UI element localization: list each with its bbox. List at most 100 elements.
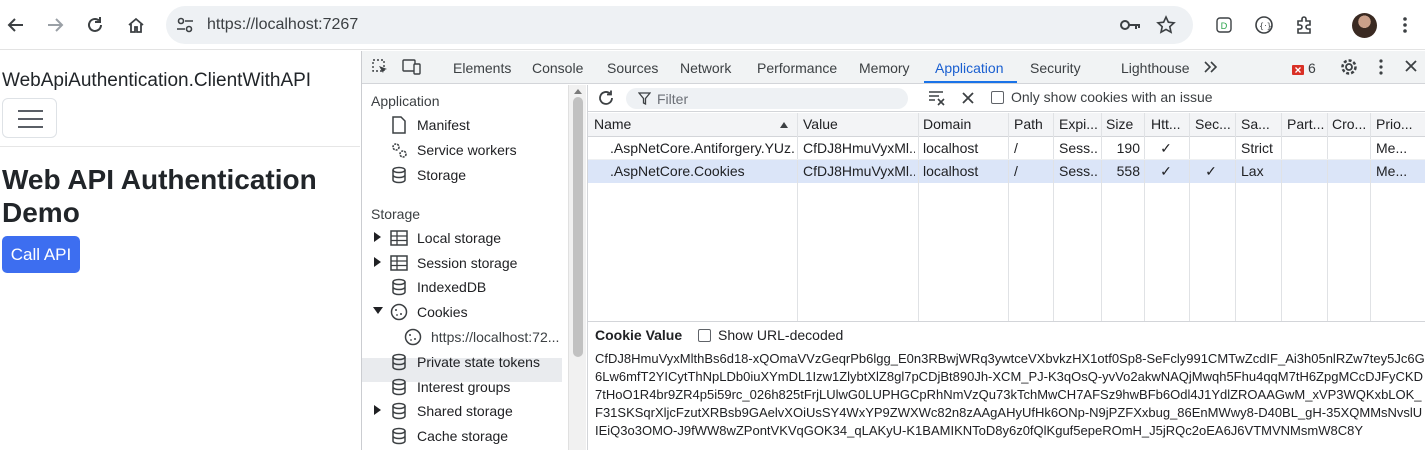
cookie-partition[interactable] [1287,137,1325,160]
tab-performance[interactable]: Performance [757,60,837,76]
cookie-httponly[interactable]: ✓ [1151,160,1181,183]
sidebar-item-cookies[interactable]: Cookies [389,300,468,324]
checkbox-box[interactable] [991,90,1004,104]
column-header-name[interactable]: Name [594,113,774,136]
cookie-cross-site[interactable] [1332,160,1368,183]
site-settings-icon[interactable] [176,16,194,34]
expand-arrow-icon[interactable] [374,257,381,267]
cookie-expires[interactable]: Sess... [1059,137,1099,160]
refresh-icon[interactable] [597,89,615,107]
cookie-domain[interactable]: localhost [923,137,1003,160]
column-header-domain[interactable]: Domain [923,113,1003,136]
bookmark-star-icon[interactable] [1156,15,1176,35]
column-header-path[interactable]: Path [1014,113,1050,136]
cookie-priority[interactable]: Me... [1376,160,1424,183]
cookie-priority[interactable]: Me... [1376,137,1424,160]
sidebar-item-cookie-origin[interactable]: https://localhost:72... [403,325,559,349]
column-header-httponly[interactable]: Htt... [1151,113,1187,136]
sidebar-item-local-storage[interactable]: Local storage [389,226,501,250]
more-tabs-icon[interactable] [1203,60,1219,74]
column-header-partition[interactable]: Part... [1287,113,1325,136]
key-icon[interactable] [1119,16,1141,34]
cookie-value[interactable]: CfDJ8HmuVyxMl... [803,137,915,160]
scroll-up-arrow-icon[interactable] [574,89,582,94]
collapse-arrow-icon[interactable] [373,307,383,314]
issues-badge[interactable] [1292,61,1304,79]
expand-arrow-icon[interactable] [374,232,381,242]
device-toolbar-icon[interactable] [402,58,422,76]
show-url-decoded-checkbox[interactable]: Show URL-decoded [698,327,843,343]
scrollbar-thumb[interactable] [573,97,583,357]
filter-input[interactable]: Filter [626,88,908,109]
puzzle-extensions-icon[interactable] [1291,12,1317,38]
reload-icon[interactable] [82,12,108,38]
column-header-secure[interactable]: Sec... [1195,113,1233,136]
cookie-samesite[interactable]: Strict [1241,137,1279,160]
tab-network[interactable]: Network [680,60,731,76]
navbar-toggler[interactable] [2,98,57,138]
tab-memory[interactable]: Memory [859,60,910,76]
sidebar-item-private-state-tokens[interactable]: Private state tokens [389,350,540,374]
profile-avatar[interactable] [1352,13,1377,38]
address-bar[interactable]: https://localhost:7267 [166,6,1193,44]
only-issue-checkbox[interactable]: Only show cookies with an issue [991,89,1213,105]
sidebar-item-indexeddb[interactable]: IndexedDB [389,275,486,299]
cookie-value[interactable]: CfDJ8HmuVyxMl... [803,160,915,183]
column-header-expires[interactable]: Expi... [1059,113,1099,136]
column-header-size[interactable]: Size [1106,113,1142,136]
cookie-domain[interactable]: localhost [923,160,1003,183]
expand-arrow-icon[interactable] [374,405,381,415]
cookie-value-text[interactable]: CfDJ8HmuVyxMlthBs6d18-xQOmaVVzGeqrPb6lgg… [595,350,1425,440]
settings-gear-icon[interactable] [1340,58,1358,76]
checkbox-box[interactable] [698,328,711,342]
table-divider[interactable] [588,321,1425,322]
tab-console[interactable]: Console [532,60,583,76]
close-devtools-icon[interactable] [1404,59,1418,73]
cookie-name[interactable]: .AspNetCore.Antiforgery.YUz... [610,137,795,160]
cookie-path[interactable]: / [1014,160,1044,183]
column-header-samesite[interactable]: Sa... [1241,113,1279,136]
sidebar-scrollbar[interactable] [568,85,586,450]
issues-count[interactable]: 6 [1308,60,1316,76]
cookie-secure[interactable]: ✓ [1195,160,1227,183]
sidebar-item-manifest[interactable]: Manifest [389,113,470,137]
cookie-partition[interactable] [1287,160,1325,183]
back-arrow-icon[interactable] [3,12,29,38]
column-header-value[interactable]: Value [803,113,913,136]
sidebar-item-shared-storage[interactable]: Shared storage [389,399,513,423]
devtools-menu-icon[interactable] [1378,58,1384,76]
tab-application[interactable]: Application [935,60,1004,76]
cookie-name[interactable]: .AspNetCore.Cookies [610,160,795,183]
forward-arrow-icon[interactable] [42,12,68,38]
cookie-samesite[interactable]: Lax [1241,160,1279,183]
tab-security[interactable]: Security [1030,60,1081,76]
cookie-size[interactable]: 558 [1106,160,1140,183]
devtools-extension-icon[interactable]: {·} [1251,12,1277,38]
sidebar-item-service-workers[interactable]: Service workers [389,138,517,162]
tab-sources[interactable]: Sources [607,60,658,76]
cookie-httponly[interactable]: ✓ [1151,137,1181,160]
sidebar-item-cache-storage[interactable]: Cache storage [389,424,508,448]
sidebar-item-interest-groups[interactable]: Interest groups [389,375,510,399]
clear-filtered-cookies-icon[interactable] [928,90,946,106]
extension-d-icon[interactable]: D [1211,12,1237,38]
column-header-priority[interactable]: Prio... [1376,113,1424,136]
kebab-menu-icon[interactable] [1392,12,1418,38]
cookie-path[interactable]: / [1014,137,1044,160]
cookie-secure[interactable] [1195,137,1227,160]
navbar-brand[interactable]: WebApiAuthentication.ClientWithAPI [2,70,311,92]
call-api-button[interactable]: Call API [2,236,80,273]
cookie-size[interactable]: 190 [1106,137,1140,160]
clear-all-cookies-icon[interactable] [961,91,975,105]
cookie-expires[interactable]: Sess... [1059,160,1099,183]
url-text[interactable]: https://localhost:7267 [207,16,358,34]
tab-lighthouse[interactable]: Lighthouse [1121,60,1190,76]
cookie-cross-site[interactable] [1332,137,1368,160]
tab-elements[interactable]: Elements [453,60,511,76]
sort-ascending-icon[interactable] [780,122,788,128]
sidebar-item-storage[interactable]: Storage [389,163,466,187]
sidebar-item-session-storage[interactable]: Session storage [389,251,517,275]
column-header-cross-site[interactable]: Cro... [1332,113,1368,136]
inspect-element-icon[interactable] [371,58,389,76]
home-icon[interactable] [123,12,149,38]
